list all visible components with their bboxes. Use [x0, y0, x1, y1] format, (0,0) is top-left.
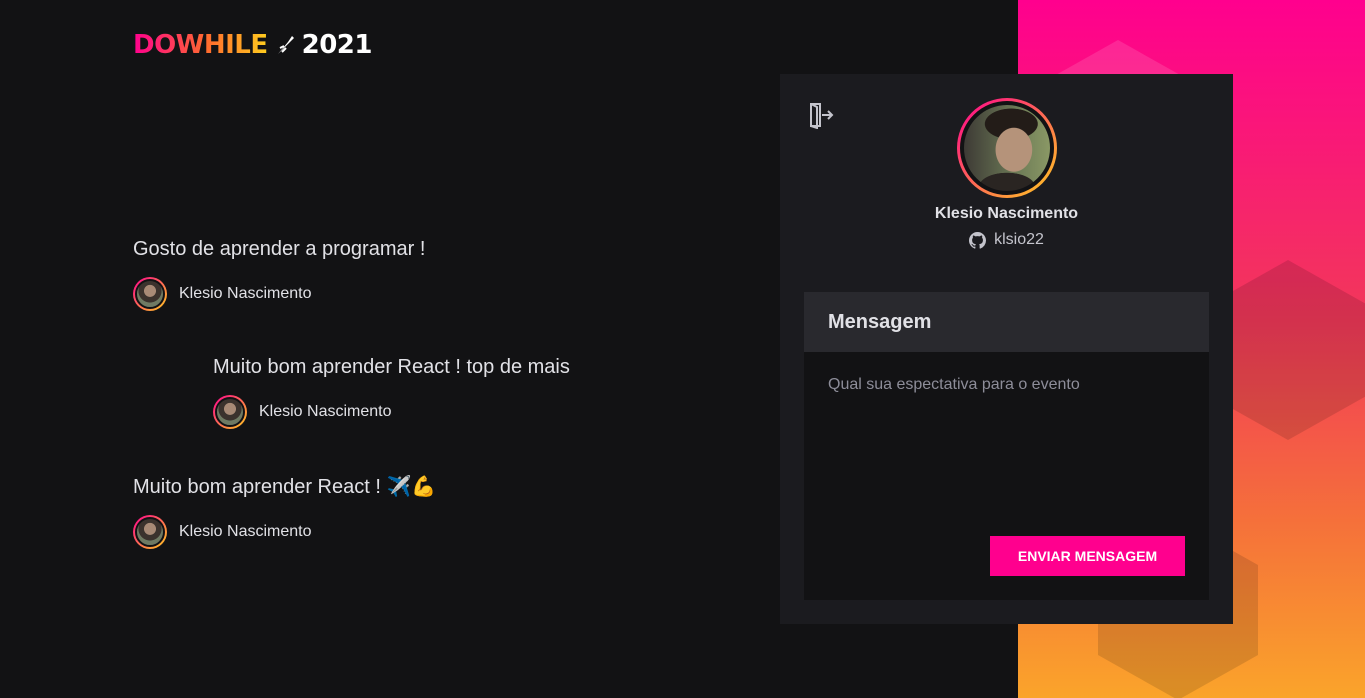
form-header: Mensagem	[804, 292, 1209, 352]
message-item: Muito bom aprender React ! top de mais K…	[213, 356, 570, 429]
dowhile-logo: DOWHILE 2021	[133, 30, 373, 60]
message-content: Muito bom aprender React ! top de mais	[213, 356, 570, 378]
form-title: Mensagem	[828, 310, 932, 333]
message-user: Klesio Nascimento	[133, 277, 425, 311]
github-login: klsio22	[780, 231, 1233, 249]
user-name: Klesio Nascimento	[259, 403, 392, 420]
message-content: Gosto de aprender a programar !	[133, 238, 426, 260]
message-item: Muito bom aprender React ! ✈️💪 Klesio Na…	[133, 474, 436, 549]
rocket-icon	[277, 36, 294, 54]
message-user: Klesio Nascimento	[133, 515, 436, 549]
avatar	[213, 395, 247, 429]
logo-text: DOWHILE	[133, 30, 268, 60]
user-name: Klesio Nascimento	[179, 523, 312, 540]
github-icon	[969, 231, 987, 249]
send-message-button[interactable]: ENVIAR MENSAGEM	[990, 536, 1185, 576]
message-user: Klesio Nascimento	[213, 395, 570, 429]
message-textarea[interactable]	[804, 352, 1209, 502]
profile-avatar	[956, 98, 1057, 198]
send-message-panel: Klesio Nascimento klsio22 Mensagem ENVIA…	[780, 74, 1233, 624]
logo-year: 2021	[301, 30, 373, 60]
message-content: Muito bom aprender React ! ✈️💪	[133, 476, 437, 498]
user-name: Klesio Nascimento	[179, 285, 312, 302]
github-username: klsio22	[994, 231, 1044, 248]
user-profile: Klesio Nascimento klsio22	[780, 98, 1233, 249]
message-form: Mensagem ENVIAR MENSAGEM	[804, 292, 1209, 600]
avatar	[133, 515, 167, 549]
profile-name: Klesio Nascimento	[934, 205, 1079, 222]
avatar	[133, 277, 167, 311]
message-item: Gosto de aprender a programar ! Klesio N…	[133, 238, 425, 311]
